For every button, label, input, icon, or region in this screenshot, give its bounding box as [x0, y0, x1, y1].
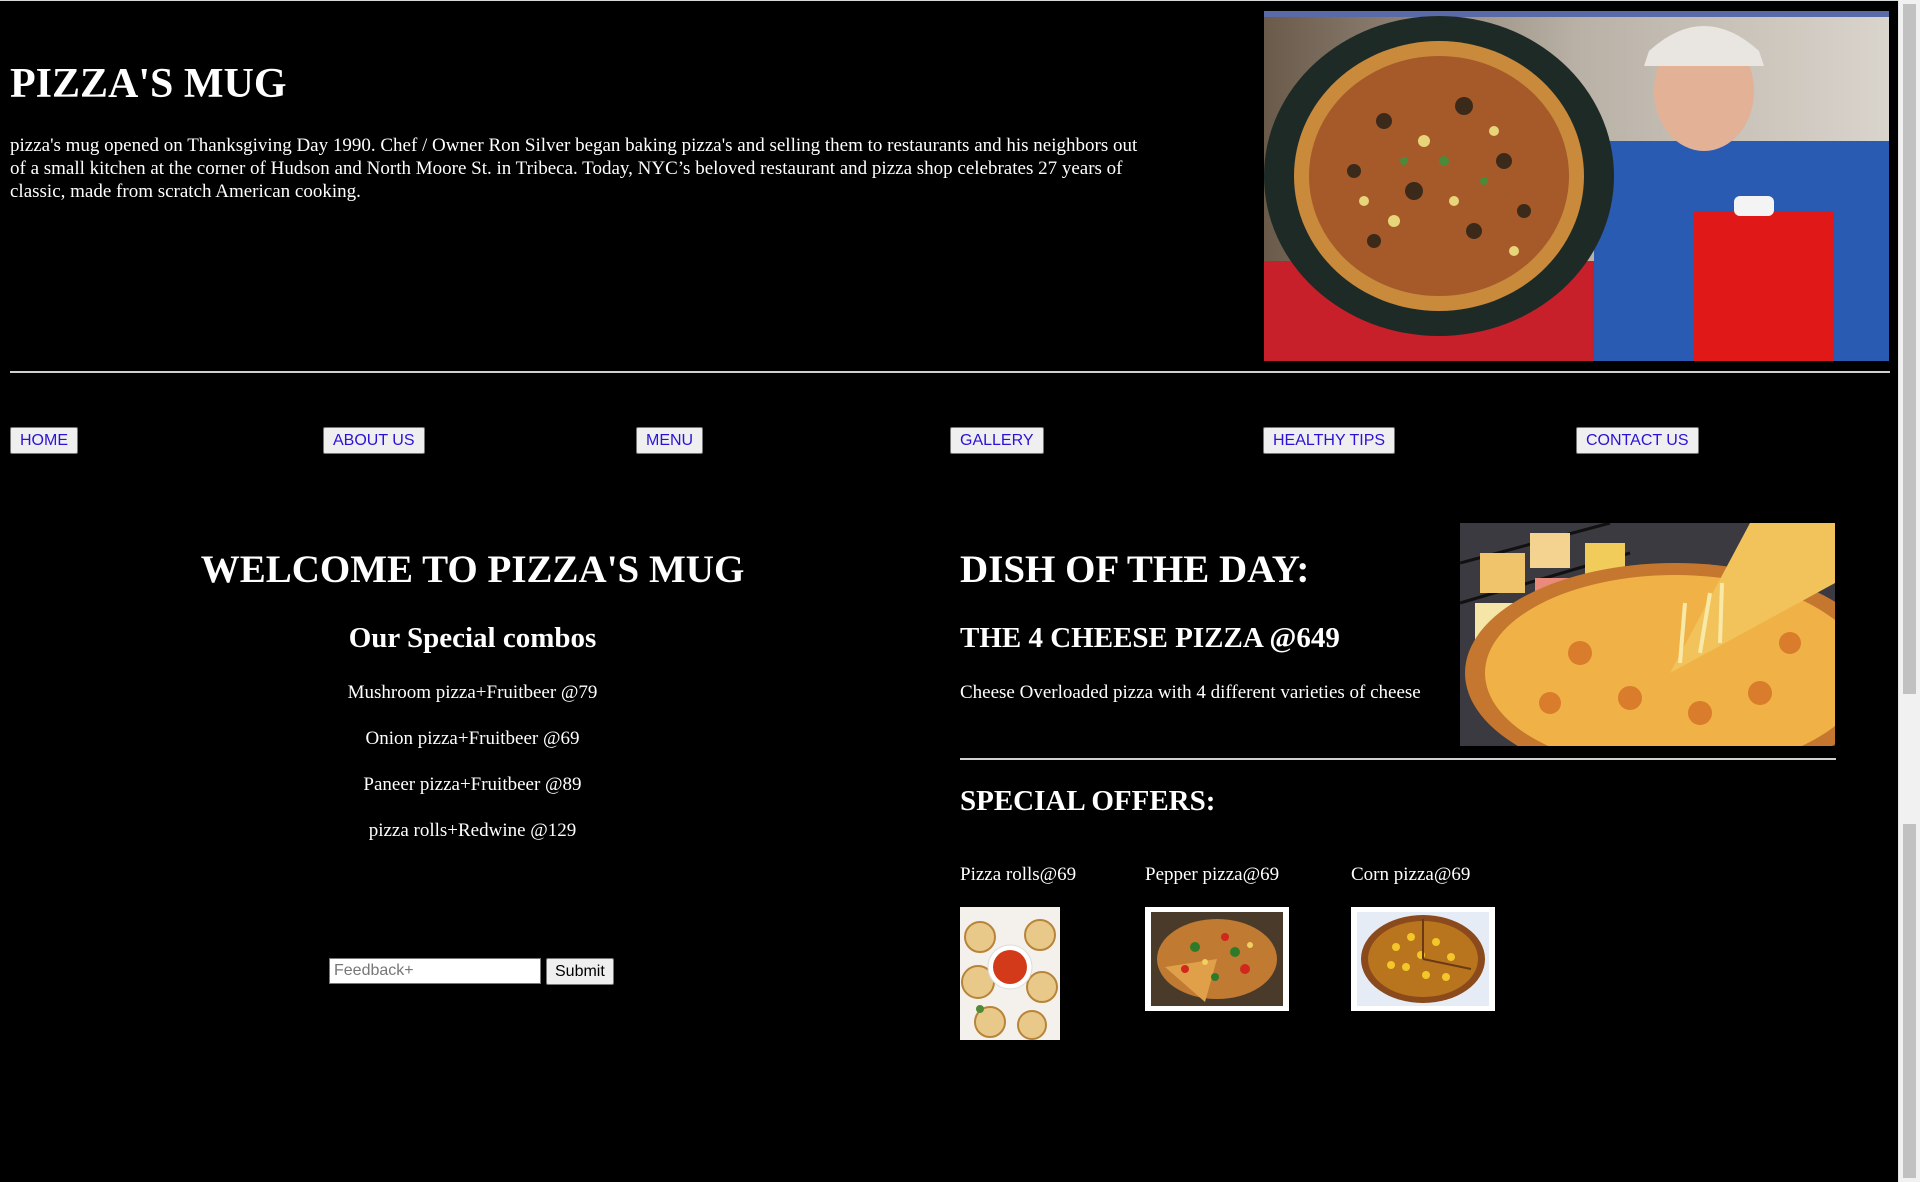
hero-chef-pizza-image	[1264, 11, 1889, 361]
scrollbar-thumb-lower[interactable]	[1903, 824, 1916, 1178]
nav-healthy-tips-button[interactable]: HEALTHY TIPS	[1263, 427, 1396, 454]
nav-about-us-button[interactable]: ABOUT US	[323, 427, 425, 454]
combo-item: Mushroom pizza+Fruitbeer @79	[347, 682, 598, 703]
nav-home-button[interactable]: HOME	[10, 427, 78, 454]
offer-label: Pepper pizza@69	[1145, 864, 1280, 885]
pizza-rolls-image	[960, 907, 1060, 1040]
nav-contact-us-button[interactable]: CONTACT US	[1576, 427, 1699, 454]
scrollbar-thumb[interactable]	[1903, 4, 1916, 694]
nav-menu-button[interactable]: MENU	[636, 427, 704, 454]
pepper-pizza-image	[1145, 907, 1289, 1011]
combo-item: Paneer pizza+Fruitbeer @89	[363, 774, 582, 795]
combo-item: pizza rolls+Redwine @129	[368, 820, 577, 841]
nav-gallery-button[interactable]: GALLERY	[950, 427, 1044, 454]
header-divider	[10, 371, 1890, 373]
dish-name: THE 4 CHEESE PIZZA @649	[960, 622, 1340, 654]
offer-label: Corn pizza@69	[1351, 864, 1471, 885]
special-offers-heading: SPECIAL OFFERS:	[960, 785, 1216, 817]
four-cheese-pizza-image	[1460, 523, 1835, 746]
combos-heading: Our Special combos	[348, 622, 597, 654]
dish-description: Cheese Overloaded pizza with 4 different…	[960, 682, 1421, 703]
page-scrollbar[interactable]	[1898, 0, 1920, 1182]
submit-button[interactable]: Submit	[546, 958, 614, 985]
intro-paragraph: pizza's mug opened on Thanksgiving Day 1…	[10, 135, 1138, 202]
top-border	[0, 0, 1898, 1]
dish-of-the-day-heading: DISH OF THE DAY:	[960, 548, 1310, 591]
feedback-input[interactable]	[329, 958, 541, 984]
site-title: PIZZA'S MUG	[10, 61, 287, 107]
dish-divider	[960, 758, 1836, 760]
combo-item: Onion pizza+Fruitbeer @69	[365, 728, 580, 749]
corn-pizza-image	[1351, 907, 1495, 1011]
offer-label: Pizza rolls@69	[960, 864, 1077, 885]
welcome-heading: WELCOME TO PIZZA'S MUG	[200, 548, 745, 591]
